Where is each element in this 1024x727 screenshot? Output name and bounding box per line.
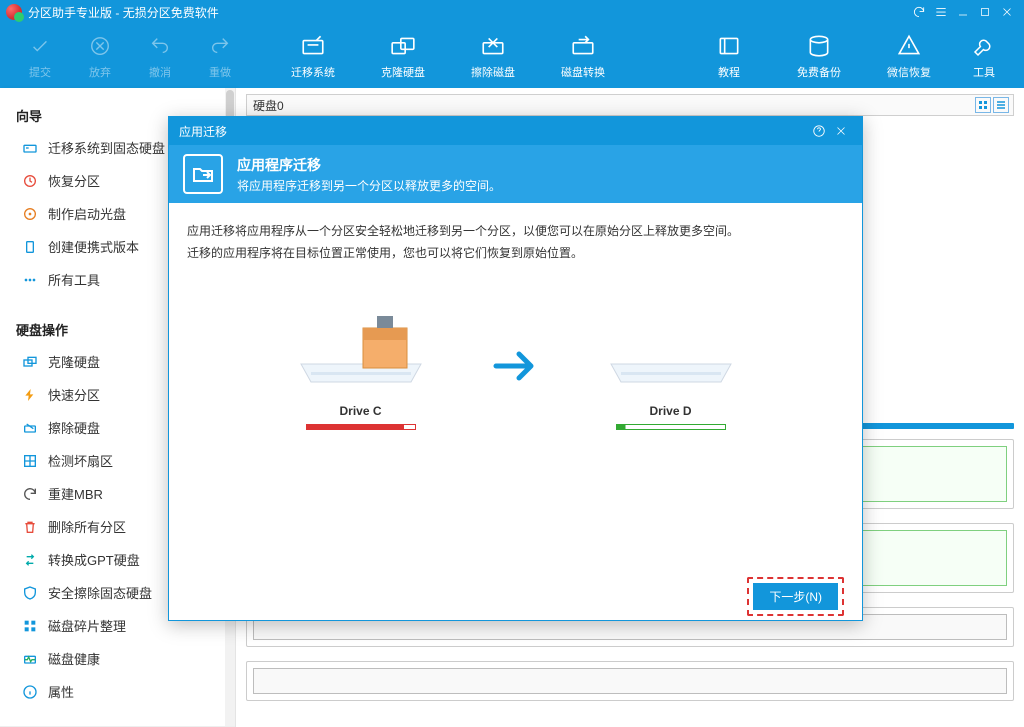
window-title: 分区助手专业版 - 无损分区免费软件: [28, 4, 219, 21]
bolt-icon: [22, 387, 38, 403]
sidebar-item-label: 属性: [48, 682, 74, 701]
health-icon: [22, 651, 38, 667]
app-migration-dialog: 应用迁移 应用程序迁移 将应用程序迁移到另一个分区以释放更多的空间。 应用迁移将…: [168, 116, 863, 621]
sidebar-item-label: 迁移系统到固态硬盘: [48, 138, 165, 157]
discard-button[interactable]: 放弃: [70, 26, 130, 86]
redo-button[interactable]: 重做: [190, 26, 250, 86]
reload-icon: [22, 486, 38, 502]
drive-icon: [601, 304, 741, 394]
next-button-highlight: 下一步(N): [747, 577, 844, 616]
tutorial-button[interactable]: 教程: [684, 26, 774, 86]
convert-icon: [22, 552, 38, 568]
refresh-icon[interactable]: [908, 2, 930, 22]
help-icon[interactable]: [808, 120, 830, 142]
tools-button[interactable]: 工具: [954, 26, 1014, 86]
sidebar-item-label: 克隆硬盘: [48, 352, 100, 371]
trash-icon: [22, 519, 38, 535]
maximize-icon[interactable]: [974, 2, 996, 22]
dots-icon: [22, 272, 38, 288]
ssd-icon: [22, 140, 38, 156]
app-logo-icon: [6, 4, 22, 20]
migrate-folder-icon: [183, 154, 223, 194]
dialog-title: 应用迁移: [179, 123, 227, 140]
sidebar-item-label: 检测坏扇区: [48, 451, 113, 470]
cd-icon: [22, 206, 38, 222]
tools-label: 工具: [973, 64, 995, 80]
clone-disk-label: 克隆硬盘: [381, 64, 425, 80]
dialog-description-line: 应用迁移将应用程序从一个分区安全轻松地迁移到另一个分区，以便您可以在原始分区上释…: [187, 221, 844, 243]
info-icon: [22, 684, 38, 700]
undo-label: 撤消: [149, 64, 171, 80]
disk-label: 硬盘0: [253, 97, 284, 114]
disk-convert-label: 磁盘转换: [561, 64, 605, 80]
free-backup-label: 免费备份: [797, 64, 841, 80]
wipe-disk-button[interactable]: 擦除磁盘: [448, 26, 538, 86]
shield-erase-icon: [22, 585, 38, 601]
recover-icon: [22, 173, 38, 189]
drive-c-label: Drive C: [339, 404, 381, 418]
discard-label: 放弃: [89, 64, 111, 80]
sidebar-item-label: 创建便携式版本: [48, 237, 139, 256]
menu-icon[interactable]: [930, 2, 952, 22]
dialog-header-title: 应用程序迁移: [237, 155, 501, 175]
main-toolbar: 提交 放弃 撤消 重做 迁移系统 克隆硬盘 擦除磁盘 磁盘转换 教程 免费备份 …: [0, 24, 1024, 88]
sidebar-item-label: 删除所有分区: [48, 517, 126, 536]
sidebar-item-disk-health[interactable]: 磁盘健康: [0, 642, 235, 675]
drive-d-usage-bar: [616, 424, 726, 430]
close-icon[interactable]: [996, 2, 1018, 22]
redo-label: 重做: [209, 64, 231, 80]
drive-d-label: Drive D: [649, 404, 691, 418]
eraser-icon: [22, 420, 38, 436]
drive-c-usage-bar: [306, 424, 416, 430]
view-grid-icon[interactable]: [975, 97, 991, 113]
clone-icon: [22, 354, 38, 370]
clone-disk-button[interactable]: 克隆硬盘: [358, 26, 448, 86]
sidebar-item-label: 制作启动光盘: [48, 204, 126, 223]
disk-header-bar[interactable]: 硬盘0: [246, 94, 1014, 116]
defrag-icon: [22, 618, 38, 634]
portable-icon: [22, 239, 38, 255]
free-backup-button[interactable]: 免费备份: [774, 26, 864, 86]
sidebar-item-label: 恢复分区: [48, 171, 100, 190]
dialog-description-line: 迁移的应用程序将在目标位置正常使用，您也可以将它们恢复到原始位置。: [187, 243, 844, 265]
sidebar-item-label: 擦除硬盘: [48, 418, 100, 437]
wechat-recover-button[interactable]: 微信恢复: [864, 26, 954, 86]
sidebar-item-label: 磁盘健康: [48, 649, 100, 668]
sidebar-item-label: 安全擦除固态硬盘: [48, 583, 152, 602]
wipe-disk-label: 擦除磁盘: [471, 64, 515, 80]
migrate-os-label: 迁移系统: [291, 64, 335, 80]
migrate-os-button[interactable]: 迁移系统: [268, 26, 358, 86]
target-drive: Drive D: [601, 304, 741, 430]
source-drive: Drive C: [291, 304, 431, 430]
dialog-header-subtitle: 将应用程序迁移到另一个分区以释放更多的空间。: [237, 177, 501, 194]
sidebar-item-properties[interactable]: 属性: [0, 675, 235, 708]
tutorial-label: 教程: [718, 64, 740, 80]
arrow-icon: [491, 346, 541, 389]
dialog-body: 应用迁移将应用程序从一个分区安全轻松地迁移到另一个分区，以便您可以在原始分区上释…: [169, 203, 862, 572]
drive-icon: [291, 304, 431, 394]
next-button[interactable]: 下一步(N): [753, 583, 838, 610]
dialog-header: 应用程序迁移 将应用程序迁移到另一个分区以释放更多的空间。: [169, 145, 862, 203]
sidebar-item-label: 磁盘碎片整理: [48, 616, 126, 635]
wechat-recover-label: 微信恢复: [887, 64, 931, 80]
sidebar-item-label: 所有工具: [48, 270, 100, 289]
dialog-footer: 下一步(N): [169, 572, 862, 620]
partition-row: [246, 661, 1014, 701]
grid-icon: [22, 453, 38, 469]
commit-label: 提交: [29, 64, 51, 80]
disk-convert-button[interactable]: 磁盘转换: [538, 26, 628, 86]
sidebar-item-label: 重建MBR: [48, 484, 103, 503]
drive-illustration: Drive C Drive D: [187, 304, 844, 430]
titlebar: 分区助手专业版 - 无损分区免费软件: [0, 0, 1024, 24]
minimize-icon[interactable]: [952, 2, 974, 22]
commit-button[interactable]: 提交: [10, 26, 70, 86]
undo-button[interactable]: 撤消: [130, 26, 190, 86]
dialog-titlebar: 应用迁移: [169, 117, 862, 145]
view-list-icon[interactable]: [993, 97, 1009, 113]
dialog-close-icon[interactable]: [830, 120, 852, 142]
sidebar-item-label: 快速分区: [48, 385, 100, 404]
sidebar-item-label: 转换成GPT硬盘: [48, 550, 140, 569]
